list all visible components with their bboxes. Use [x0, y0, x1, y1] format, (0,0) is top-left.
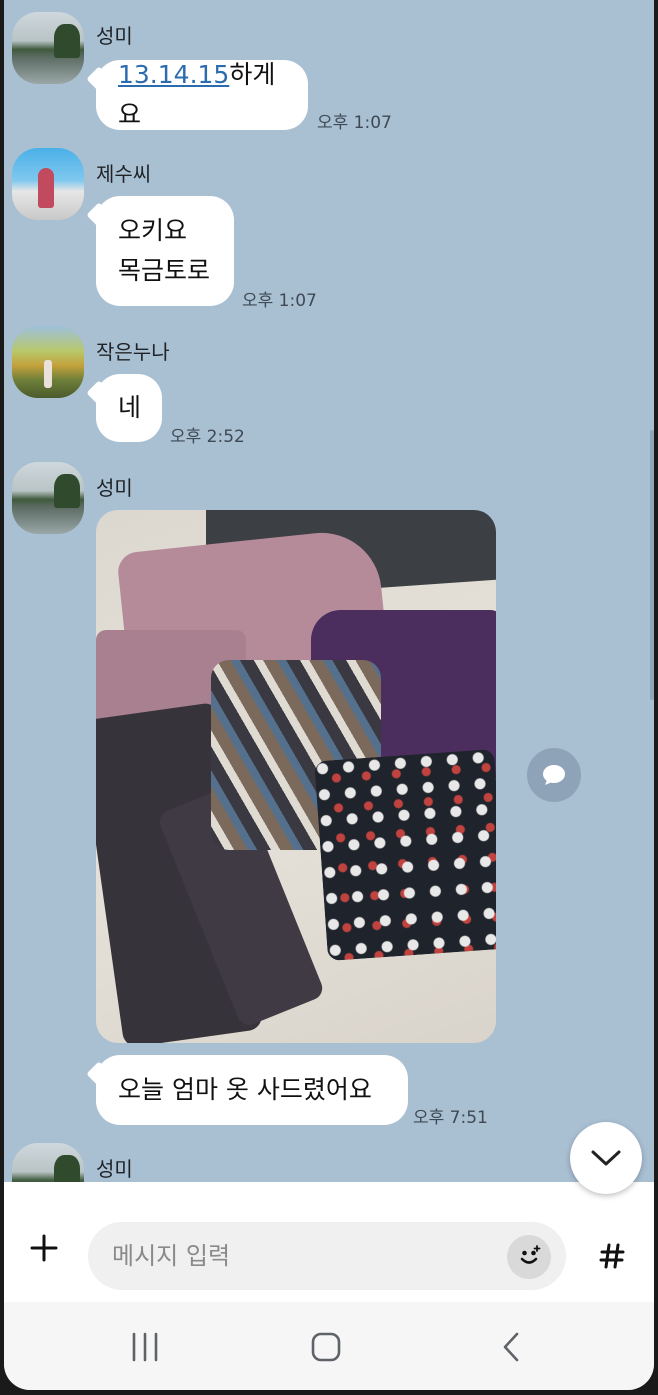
avatar[interactable]	[12, 462, 84, 534]
message-time: 오후 7:51	[413, 1108, 488, 1128]
home-button[interactable]	[306, 1330, 346, 1364]
sender-name: 성미	[96, 476, 133, 500]
chat-area[interactable]: 성미 13.14.15하게요 오후 1:07 제수씨 오키요 목금토로 오후 1…	[4, 0, 654, 1182]
sender-name: 성미	[96, 24, 133, 48]
message-line: 오키요	[118, 216, 188, 245]
avatar[interactable]	[12, 1143, 84, 1182]
message-line: 목금토로	[118, 256, 211, 285]
message-time: 오후 1:07	[242, 291, 317, 311]
avatar[interactable]	[12, 12, 84, 84]
chevron-down-icon	[591, 1150, 621, 1166]
avatar[interactable]	[12, 148, 84, 220]
back-icon	[503, 1332, 519, 1362]
attach-button[interactable]	[18, 1222, 70, 1274]
share-button[interactable]	[527, 748, 581, 802]
message-input-bar	[4, 1182, 654, 1302]
message-text: 네	[118, 393, 142, 422]
home-icon	[311, 1332, 341, 1362]
scrollbar-thumb[interactable]	[650, 430, 654, 700]
sender-name: 작은누나	[96, 340, 170, 364]
recents-icon	[132, 1332, 158, 1362]
message-time: 오후 1:07	[317, 113, 392, 133]
hashtag-button[interactable]	[586, 1230, 638, 1282]
avatar[interactable]	[12, 326, 84, 398]
recents-button[interactable]	[125, 1330, 165, 1364]
message-bubble[interactable]: 네	[96, 374, 162, 442]
hashtag-icon	[599, 1243, 625, 1269]
message-input[interactable]	[88, 1222, 566, 1290]
share-icon	[543, 765, 565, 785]
emoji-button[interactable]	[507, 1235, 551, 1279]
emoji-icon	[520, 1245, 541, 1264]
plus-icon	[30, 1234, 58, 1262]
sender-name: 제수씨	[96, 162, 152, 186]
message-bubble[interactable]: 13.14.15하게요	[96, 60, 308, 130]
clothes-photo[interactable]	[96, 510, 496, 1043]
message-text: 오늘 엄마 옷 사드렸어요	[118, 1075, 372, 1104]
phone-screen: 성미 13.14.15하게요 오후 1:07 제수씨 오키요 목금토로 오후 1…	[4, 0, 654, 1390]
scroll-down-button[interactable]	[570, 1122, 642, 1194]
sender-name: 성미	[96, 1157, 133, 1181]
photo-patterned-blouse	[314, 748, 496, 962]
message-link[interactable]: 13.14.15	[118, 60, 229, 89]
back-button[interactable]	[492, 1330, 532, 1364]
system-navigation-bar	[4, 1302, 654, 1390]
message-time: 오후 2:52	[170, 427, 245, 447]
message-bubble[interactable]: 오키요 목금토로	[96, 196, 234, 306]
message-bubble[interactable]: 오늘 엄마 옷 사드렸어요	[96, 1055, 408, 1125]
